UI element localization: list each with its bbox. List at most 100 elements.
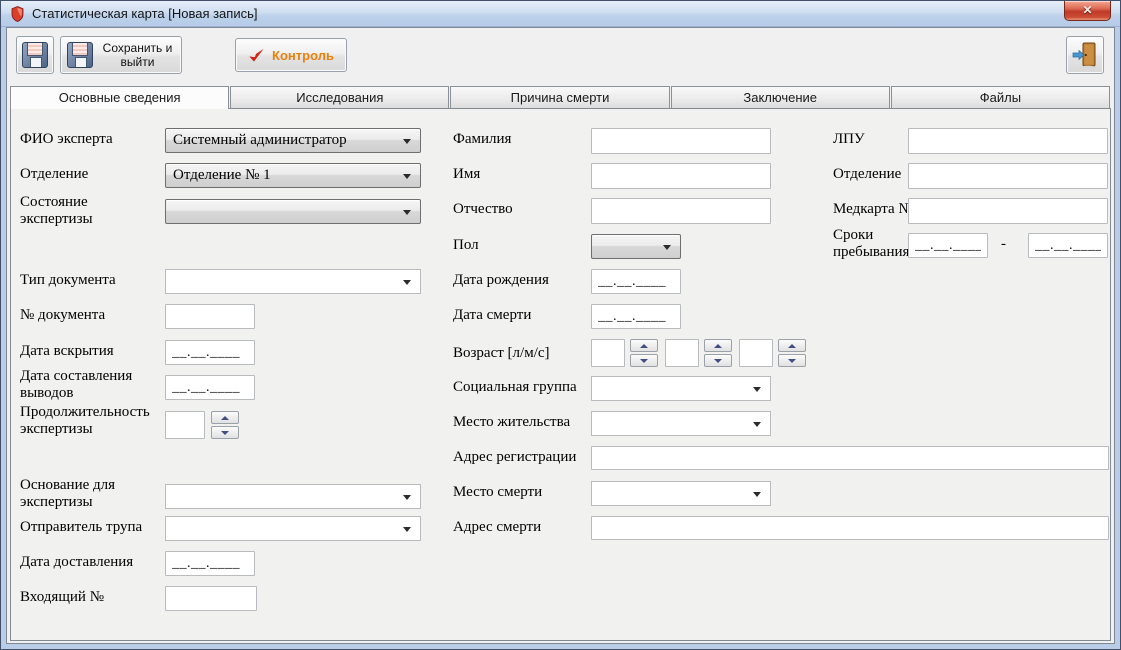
birth-date-input[interactable] xyxy=(591,269,681,294)
arrow-down-icon xyxy=(788,358,796,363)
incoming-number-label: Входящий № xyxy=(20,589,105,605)
medcard-label: Медкарта № xyxy=(833,201,913,217)
stay-period-from-input[interactable] xyxy=(908,233,988,258)
lpu-department-input[interactable] xyxy=(908,163,1108,189)
registration-address-input[interactable] xyxy=(591,446,1109,470)
main-info-panel: ФИО эксперта Системный администратор Отд… xyxy=(10,108,1111,641)
spin-down-button[interactable] xyxy=(211,426,239,439)
expert-combobox[interactable]: Системный администратор xyxy=(165,128,421,153)
department-combobox[interactable]: Отделение № 1 xyxy=(165,163,421,188)
chevron-down-icon xyxy=(403,210,411,215)
arrow-down-icon xyxy=(640,358,648,363)
app-icon xyxy=(11,6,24,22)
tab-cause-of-death[interactable]: Причина смерти xyxy=(450,86,670,108)
chevron-down-icon xyxy=(403,527,411,532)
department-label: Отделение xyxy=(20,166,89,182)
duration-spinner xyxy=(211,411,239,439)
expert-value: Системный администратор xyxy=(173,132,347,148)
registration-address-label: Адрес регистрации xyxy=(453,449,577,465)
chevron-down-icon xyxy=(753,492,761,497)
tab-main-info[interactable]: Основные сведения xyxy=(10,86,230,109)
tab-bar: Основные сведения Исследования Причина с… xyxy=(10,86,1111,109)
chevron-down-icon xyxy=(403,280,411,285)
death-place-combobox[interactable] xyxy=(591,481,771,506)
control-button[interactable]: Контроль xyxy=(235,38,347,72)
duration-label: Продолжительность экспертизы xyxy=(20,404,150,437)
medcard-input[interactable] xyxy=(908,198,1108,224)
sex-label: Пол xyxy=(453,237,479,253)
close-button[interactable]: ✕ xyxy=(1064,1,1111,21)
doc-number-label: № документа xyxy=(20,307,106,323)
social-group-combobox[interactable] xyxy=(591,376,771,401)
delivery-date-label: Дата доставления xyxy=(20,554,134,570)
spin-up-button[interactable] xyxy=(704,339,732,352)
social-group-label: Социальная группа xyxy=(453,379,577,395)
save-and-exit-button[interactable]: Сохранить и выйти xyxy=(60,36,182,74)
range-dash: - xyxy=(1001,236,1006,252)
conclusions-date-input[interactable] xyxy=(165,375,255,400)
stay-period-to-input[interactable] xyxy=(1028,233,1108,258)
floppy-disk-icon xyxy=(66,42,93,68)
death-address-input[interactable] xyxy=(591,516,1109,540)
lpu-label: ЛПУ xyxy=(833,131,865,147)
autopsy-date-input[interactable] xyxy=(165,340,255,365)
firstname-input[interactable] xyxy=(591,163,771,189)
surname-input[interactable] xyxy=(591,128,771,154)
exit-button[interactable] xyxy=(1066,36,1104,74)
lpu-input[interactable] xyxy=(908,128,1108,154)
expertise-state-label: Состояние экспертизы xyxy=(20,194,93,227)
spin-up-button[interactable] xyxy=(211,411,239,424)
patronymic-input[interactable] xyxy=(591,198,771,224)
delivery-date-input[interactable] xyxy=(165,551,255,576)
spin-down-button[interactable] xyxy=(630,354,658,367)
arrow-up-icon xyxy=(714,343,722,348)
age-days-input[interactable] xyxy=(739,339,773,367)
expertise-state-combobox[interactable] xyxy=(165,199,421,224)
patronymic-label: Отчество xyxy=(453,201,513,217)
expert-label: ФИО эксперта xyxy=(20,131,113,147)
corpse-sender-combobox[interactable] xyxy=(165,516,421,541)
stay-period-label: Сроки пребывания xyxy=(833,227,910,260)
surname-label: Фамилия xyxy=(453,131,512,147)
doc-number-input[interactable] xyxy=(165,304,255,329)
incoming-number-input[interactable] xyxy=(165,586,257,611)
department-value: Отделение № 1 xyxy=(173,167,271,183)
age-months-spinner xyxy=(704,339,732,367)
spin-down-button[interactable] xyxy=(778,354,806,367)
spin-down-button[interactable] xyxy=(704,354,732,367)
death-date-input[interactable] xyxy=(591,304,681,329)
arrow-down-icon xyxy=(221,430,229,435)
age-months-input[interactable] xyxy=(665,339,699,367)
app-window: Статистическая карта [Новая запись] ✕ Со… xyxy=(0,0,1121,650)
age-years-input[interactable] xyxy=(591,339,625,367)
arrow-up-icon xyxy=(221,415,229,420)
arrow-up-icon xyxy=(788,343,796,348)
save-button[interactable] xyxy=(16,36,54,74)
tab-conclusion[interactable]: Заключение xyxy=(670,86,890,108)
duration-input[interactable] xyxy=(165,411,205,439)
exit-door-icon xyxy=(1072,42,1096,69)
age-label: Возраст [л/м/с] xyxy=(453,345,550,361)
chevron-down-icon xyxy=(403,174,411,179)
death-place-label: Место смерти xyxy=(453,484,543,500)
chevron-down-icon xyxy=(753,387,761,392)
title-bar: Статистическая карта [Новая запись] ✕ xyxy=(1,1,1120,27)
age-days-spinner xyxy=(778,339,806,367)
basis-combobox[interactable] xyxy=(165,484,421,509)
control-label: Контроль xyxy=(272,47,334,63)
residence-combobox[interactable] xyxy=(591,411,771,436)
sex-combobox[interactable] xyxy=(591,234,681,259)
save-and-exit-label: Сохранить и выйти xyxy=(102,41,173,69)
tab-files[interactable]: Файлы xyxy=(890,86,1111,108)
lpu-department-label: Отделение xyxy=(833,166,902,182)
firstname-label: Имя xyxy=(453,166,481,182)
spin-up-button[interactable] xyxy=(630,339,658,352)
doc-type-combobox[interactable] xyxy=(165,269,421,294)
doc-type-label: Тип документа xyxy=(20,272,116,288)
tab-examinations[interactable]: Исследования xyxy=(230,86,450,108)
death-date-label: Дата смерти xyxy=(453,307,532,323)
autopsy-date-label: Дата вскрытия xyxy=(20,343,114,359)
death-address-label: Адрес смерти xyxy=(453,519,542,535)
spin-up-button[interactable] xyxy=(778,339,806,352)
basis-label: Основание для экспертизы xyxy=(20,477,116,510)
